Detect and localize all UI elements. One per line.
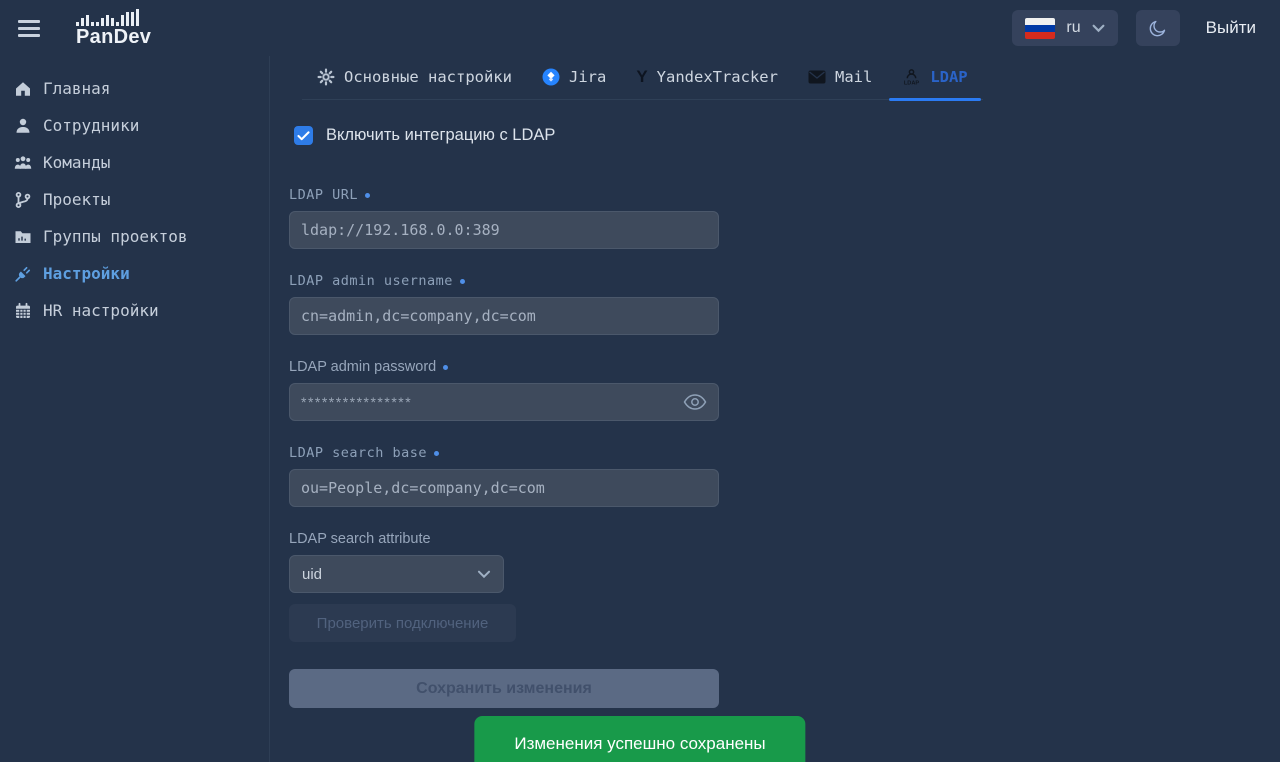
enable-ldap-label: Включить интеграцию с LDAP [326, 126, 555, 145]
field-ldap-url: LDAP URL [289, 187, 719, 249]
field-ldap-search-attribute: LDAP search attribute uid [289, 531, 719, 593]
project-groups-folder-icon [14, 228, 32, 246]
selected-option: uid [302, 566, 322, 583]
language-selector[interactable]: ru [1012, 10, 1117, 46]
enable-ldap-checkbox[interactable] [294, 126, 313, 145]
svg-text:LDAP: LDAP [904, 80, 919, 86]
success-toast: Изменения успешно сохранены [474, 716, 805, 762]
sidebar-item-label: Группы проектов [43, 227, 188, 246]
field-ldap-admin-password: LDAP admin password [289, 359, 719, 421]
sidebar-item-label: Команды [43, 153, 110, 172]
tab-label: Основные настройки [344, 68, 512, 86]
eye-icon [683, 394, 707, 410]
settings-plug-icon [14, 265, 32, 283]
jira-icon [542, 68, 560, 86]
sidebar-item-label: Главная [43, 79, 110, 98]
tab-yandex-tracker[interactable]: Y YandexTracker [621, 56, 793, 99]
required-dot [443, 365, 448, 370]
settings-tabs: Основные настройки Jira Y YandexTracker … [302, 56, 983, 100]
ldap-admin-username-input[interactable] [289, 297, 719, 335]
employee-icon [14, 117, 32, 135]
chevron-down-icon [1092, 24, 1105, 33]
tab-label: Mail [835, 68, 872, 86]
ldap-icon: LDAP [902, 68, 921, 87]
theme-toggle-button[interactable] [1136, 10, 1180, 46]
sidebar-nav: Главная Сотрудники Команды [0, 56, 270, 762]
field-ldap-admin-username: LDAP admin username [289, 273, 719, 335]
sidebar-item-employees[interactable]: Сотрудники [0, 107, 269, 144]
home-icon [14, 80, 32, 98]
sidebar-item-project-groups[interactable]: Группы проектов [0, 218, 269, 255]
mail-icon [808, 70, 826, 84]
sidebar-item-projects[interactable]: Проекты [0, 181, 269, 218]
tab-label: LDAP [930, 68, 967, 86]
tab-ldap[interactable]: LDAP LDAP [887, 56, 982, 99]
yandex-tracker-icon: Y [636, 67, 647, 87]
field-ldap-search-base: LDAP search base [289, 445, 719, 507]
sidebar-item-teams[interactable]: Команды [0, 144, 269, 181]
logout-button[interactable]: Выйти [1206, 18, 1256, 38]
tab-label: Jira [569, 68, 606, 86]
ldap-admin-password-input[interactable] [289, 383, 719, 421]
ldap-search-base-input[interactable] [289, 469, 719, 507]
required-dot [434, 451, 439, 456]
sidebar-item-label: HR настройки [43, 301, 159, 320]
logo-equalizer-icon [76, 9, 146, 26]
main-content: Основные настройки Jira Y YandexTracker … [270, 56, 1280, 762]
field-label: LDAP URL [289, 187, 358, 203]
field-label: LDAP admin username [289, 273, 453, 289]
sidebar-item-label: Сотрудники [43, 116, 139, 135]
top-bar: PanDev ru Выйти [0, 0, 1280, 56]
enable-ldap-row[interactable]: Включить интеграцию с LDAP [294, 126, 719, 145]
sidebar-item-settings[interactable]: Настройки [0, 255, 269, 292]
sidebar-item-hr-settings[interactable]: HR настройки [0, 292, 269, 329]
ldap-url-input[interactable] [289, 211, 719, 249]
russia-flag-icon [1025, 18, 1055, 39]
logo-text: PanDev [76, 27, 151, 47]
projects-branch-icon [14, 191, 32, 209]
checkmark-icon [297, 131, 310, 141]
test-connection-button[interactable]: Проверить подключение [289, 604, 516, 642]
moon-icon [1148, 18, 1168, 38]
field-label: LDAP search attribute [289, 531, 431, 547]
field-label: LDAP search base [289, 445, 427, 461]
ldap-search-attribute-select[interactable]: uid [289, 555, 504, 593]
ldap-settings-form: Включить интеграцию с LDAP LDAP URL LDAP… [289, 126, 719, 708]
language-code: ru [1066, 19, 1080, 37]
hamburger-menu-icon[interactable] [18, 12, 50, 44]
calendar-icon [14, 302, 32, 320]
field-label: LDAP admin password [289, 359, 436, 375]
save-changes-button[interactable]: Сохранить изменения [289, 669, 719, 708]
tab-mail[interactable]: Mail [793, 56, 887, 99]
tab-jira[interactable]: Jira [527, 56, 621, 99]
sidebar-item-label: Проекты [43, 190, 110, 209]
required-dot [365, 193, 370, 198]
required-dot [460, 279, 465, 284]
sidebar-item-home[interactable]: Главная [0, 70, 269, 107]
app-logo: PanDev [76, 9, 151, 47]
toggle-password-visibility-button[interactable] [682, 391, 708, 413]
gear-icon [317, 68, 335, 86]
tab-label: YandexTracker [657, 68, 778, 86]
chevron-down-icon [477, 570, 491, 579]
sidebar-item-label: Настройки [43, 264, 130, 283]
tab-general-settings[interactable]: Основные настройки [302, 56, 527, 99]
teams-icon [14, 154, 32, 172]
